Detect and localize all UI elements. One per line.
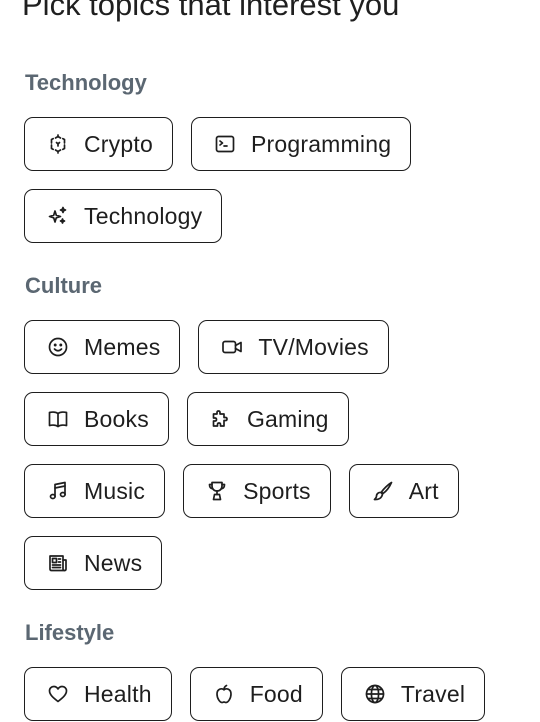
chip-row: News: [24, 536, 163, 590]
topic-chip-sports[interactable]: Sports: [183, 464, 331, 518]
topic-chip-memes[interactable]: Memes: [24, 320, 181, 374]
chip-row: Music Sports Art: [24, 464, 459, 518]
chip-label: Technology: [84, 202, 203, 229]
chip-label: Sports: [243, 477, 311, 504]
chip-label: Music: [84, 477, 146, 504]
section-heading-technology: Technology: [25, 70, 147, 95]
chip-label: Memes: [84, 333, 161, 360]
chip-row: Health Food Travel: [24, 667, 486, 721]
topic-chip-crypto[interactable]: Crypto: [24, 117, 173, 171]
music-note-icon: [46, 479, 70, 503]
topic-chip-art[interactable]: Art: [348, 464, 459, 518]
chip-label: Food: [249, 680, 303, 707]
chip-label: Health: [84, 680, 152, 707]
page-title: Pick topics that interest you: [22, 0, 400, 22]
newspaper-icon: [46, 551, 70, 575]
chip-label: Gaming: [246, 405, 329, 432]
chip-label: News: [84, 549, 143, 576]
apple-icon: [212, 682, 236, 706]
chip-row: Technology: [24, 189, 223, 243]
terminal-icon: [213, 132, 237, 156]
smiley-icon: [46, 335, 70, 359]
section-heading-culture: Culture: [25, 273, 102, 298]
topic-chip-news[interactable]: News: [24, 536, 163, 590]
section-heading-lifestyle: Lifestyle: [25, 620, 115, 645]
topic-chip-gaming[interactable]: Gaming: [186, 392, 349, 446]
topic-chip-books[interactable]: Books: [24, 392, 169, 446]
chip-row: Books Gaming: [24, 392, 349, 446]
topic-chip-programming[interactable]: Programming: [190, 117, 412, 171]
trophy-icon: [205, 479, 229, 503]
topic-chip-music[interactable]: Music: [24, 464, 166, 518]
open-book-icon: [46, 407, 70, 431]
topic-chip-tv-movies[interactable]: TV/Movies: [198, 320, 389, 374]
puzzle-piece-icon: [209, 407, 233, 431]
topic-chip-technology[interactable]: Technology: [24, 189, 223, 243]
chip-label: Travel: [400, 680, 466, 707]
video-camera-icon: [220, 335, 244, 359]
chip-row: Memes TV/Movies: [24, 320, 389, 374]
topic-chip-health[interactable]: Health: [24, 667, 172, 721]
globe-icon: [363, 682, 387, 706]
chip-label: TV/Movies: [258, 333, 369, 360]
paint-brush-icon: [371, 479, 395, 503]
chip-label: Books: [84, 405, 149, 432]
chip-label: Crypto: [84, 130, 153, 157]
chip-label: Art: [408, 477, 439, 504]
chip-row: Crypto Programming: [24, 117, 412, 171]
topic-chip-food[interactable]: Food: [189, 667, 323, 721]
topic-chip-travel[interactable]: Travel: [340, 667, 486, 721]
heart-icon: [46, 682, 70, 706]
chip-label: Programming: [250, 130, 392, 157]
sparkles-icon: [46, 204, 70, 228]
crypto-icon: [46, 132, 70, 156]
